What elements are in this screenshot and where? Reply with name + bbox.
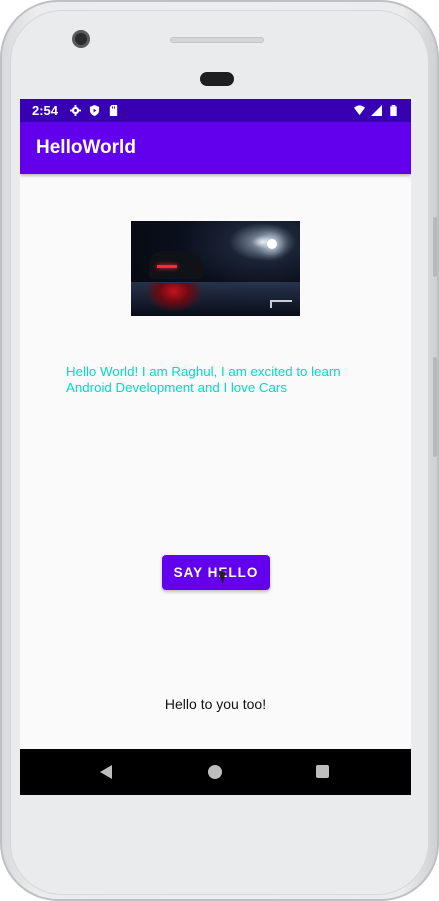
- status-icons-left: [70, 105, 119, 116]
- navigation-bar: [20, 749, 411, 795]
- front-camera: [72, 30, 90, 48]
- image-reflection: [147, 283, 201, 311]
- battery-icon: [390, 105, 397, 116]
- image-streetlamp: [267, 239, 277, 249]
- volume-button[interactable]: [433, 357, 437, 457]
- device-screen: 2:54 HelloWorld Hello World! I am Raghul…: [20, 99, 411, 795]
- car-image: [131, 221, 300, 316]
- image-logo-mark: [270, 300, 292, 308]
- phone-frame: 2:54 HelloWorld Hello World! I am Raghul…: [0, 0, 439, 901]
- back-icon[interactable]: [100, 765, 112, 779]
- power-button[interactable]: [433, 217, 437, 277]
- gear-icon: [70, 105, 82, 116]
- home-icon[interactable]: [208, 765, 222, 779]
- status-time: 2:54: [32, 103, 59, 118]
- wifi-icon: [354, 105, 365, 116]
- speaker-grill: [170, 37, 264, 43]
- signal-icon: [371, 105, 382, 116]
- image-taillight: [157, 265, 177, 268]
- recents-icon[interactable]: [316, 765, 329, 778]
- app-bar: HelloWorld: [20, 122, 411, 174]
- status-bar: 2:54: [20, 99, 411, 122]
- status-icons-right: [354, 105, 399, 116]
- intro-text: Hello World! I am Raghul, I am excited t…: [66, 364, 341, 395]
- earpiece: [200, 72, 234, 86]
- app-title: HelloWorld: [36, 137, 136, 158]
- say-hello-button[interactable]: SAY HELLO: [162, 555, 270, 590]
- shield-icon: [89, 105, 100, 116]
- reply-text: Hello to you too!: [164, 696, 267, 712]
- sd-card-icon: [109, 105, 118, 116]
